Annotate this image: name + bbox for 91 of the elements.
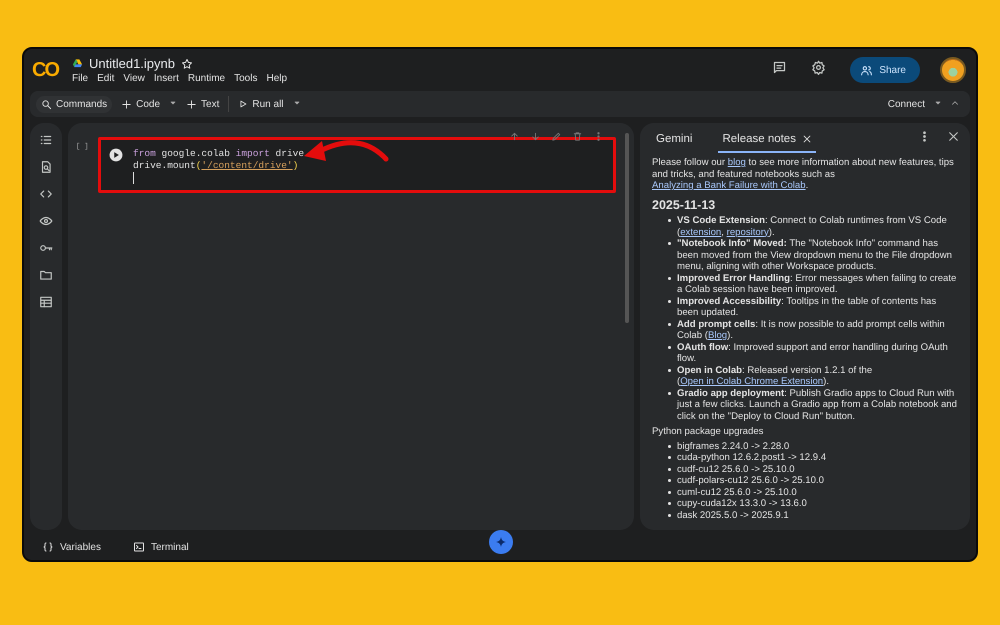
run-all-button[interactable]: Run all [233,96,289,112]
caret-icon[interactable] [292,98,301,106]
bullet-icon [668,219,671,222]
release-note: Improved Error Handling: Error messages when failing to create a Colab session have been improved. [677,272,958,296]
code-line: from google.colab import drive [133,148,304,160]
bullet-icon [668,479,671,482]
package-upgrade: cuml-cu12 25.6.0 -> 25.10.0 [677,486,797,498]
comment-icon[interactable] [772,60,788,75]
settings-icon[interactable] [811,60,826,75]
terminal-icon [132,541,145,553]
code-cell[interactable]: from google.colab import drive drive.mount('/content/drive') [98,137,616,193]
trash-icon[interactable] [572,131,583,142]
folder-icon[interactable] [39,268,53,282]
release-note: Add prompt cells: It is now possible to add prompt cells within Colab (Blog). [677,318,946,342]
down-arrow-icon[interactable] [530,131,541,142]
code-line: drive.mount('/content/drive') [133,160,300,172]
caret-icon[interactable] [934,98,942,106]
braces-icon [42,541,54,553]
commands-button[interactable]: Commands [36,96,112,112]
add-text-button[interactable]: Text [181,96,224,112]
menu-item[interactable]: Edit [97,73,114,84]
bullet-icon [668,490,671,494]
bullet-icon [668,456,671,459]
release-note: VS Code Extension: Connect to Colab runtimes from VS Code (extension, repository). [677,215,948,238]
edit-icon[interactable] [551,131,562,142]
menu-item[interactable]: Runtime [188,73,226,84]
link[interactable]: extension [680,226,722,238]
release-note: OAuth flow: Improved support and error handling during OAuth flow. [677,342,949,364]
bullet-icon [668,444,671,448]
link[interactable]: repository [726,226,769,238]
package-upgrade: cudf-cu12 25.6.0 -> 25.10.0 [677,464,795,475]
run-cell-icon[interactable] [109,148,123,162]
menu-item[interactable]: Tools [234,73,258,84]
avatar[interactable] [940,57,966,83]
package-upgrade: dask 2025.5.0 -> 2025.9.1 [677,510,789,521]
table-icon[interactable] [39,295,53,309]
link[interactable]: Analyzing a Bank Failure with Colab [652,180,806,191]
release-note: Improved Accessibility: Tooltips in the table of contents has been updated. [677,296,938,318]
package-upgrade: bigframes 2.24.0 -> 2.28.0 [677,440,790,452]
link[interactable]: Blog [708,330,728,341]
close-icon[interactable] [802,134,812,144]
package-upgrade: cupy-cuda12x 13.3.0 -> 13.6.0 [677,498,807,510]
release-note: Open in Colab: Released version 1.2.1 of the (Open in Colab Chrome Extension). [677,364,874,388]
drive-icon [72,58,83,69]
share-button[interactable]: Share [850,57,920,83]
package-upgrade: cudf-polars-cu12 25.6.0 -> 25.10.0 [677,475,824,486]
release-date: 2025-11-13 [652,200,716,211]
bullet-icon [668,242,671,245]
gemini-button[interactable] [489,530,513,554]
plus-icon [186,98,198,110]
bottom-tab[interactable]: Terminal [126,540,195,554]
bullet-icon [668,392,671,394]
bullet-icon [668,322,671,326]
up-arrow-icon[interactable] [509,131,520,142]
bullet-icon [668,300,671,302]
panel-tab[interactable]: Release notes [718,125,816,153]
panel-tab[interactable]: Gemini [652,125,696,153]
sparkle-icon [495,536,507,548]
connect-button[interactable]: Connect [882,96,930,112]
close-icon[interactable] [947,130,960,143]
link[interactable]: Open in Colab Chrome Extension [680,376,824,387]
section-heading: Python package upgrades [652,426,764,438]
menu-item[interactable]: View [123,73,145,84]
add-code-button[interactable]: Code [116,96,166,112]
release-note: Gradio app deployment: Publish Gradio apps to Cloud Run with just a few clicks. Launch a Gradio app from a Colab notebook and click on the "Deploy to Cloud Run" button. [677,388,958,422]
list-icon[interactable] [39,133,53,147]
people-icon [860,64,874,76]
intro-paragraph: Please follow our blog to see more information about new features, tips and tricks, and featured notebooks such as Analyzing a Bank Failure with Colab. [652,157,955,192]
menu-item[interactable]: Insert [154,73,179,84]
menu-item[interactable]: File [72,73,88,84]
release-note: "Notebook Info" Moved: The "Notebook Info" command has been moved from the View dropdown menu to the File dropdown menu, aligning with other Workspace products. [677,238,954,272]
bullet-icon [668,468,671,470]
bullet-icon [668,502,671,505]
app-logo[interactable]: CO [32,58,62,82]
package-upgrade: cuda-python 12.6.2.post1 -> 12.9.4 [677,452,826,464]
play-icon [238,99,248,109]
caret-icon[interactable] [169,98,178,106]
scrollbar[interactable] [625,133,629,323]
menu-item[interactable]: Help [266,73,288,84]
notebook-title[interactable]: Untitled1.ipynb [89,56,175,71]
search-icon [41,98,52,110]
plus-icon [121,98,132,110]
find-icon[interactable] [39,160,53,174]
star-icon[interactable] [181,58,193,70]
bullet-icon [668,514,671,516]
bullet-icon [668,368,671,372]
bullet-icon [668,276,671,280]
eye-icon[interactable] [39,214,53,228]
bullet-icon [668,346,671,348]
bottom-tab[interactable]: Variables [36,540,107,554]
link[interactable]: blog [728,157,746,168]
